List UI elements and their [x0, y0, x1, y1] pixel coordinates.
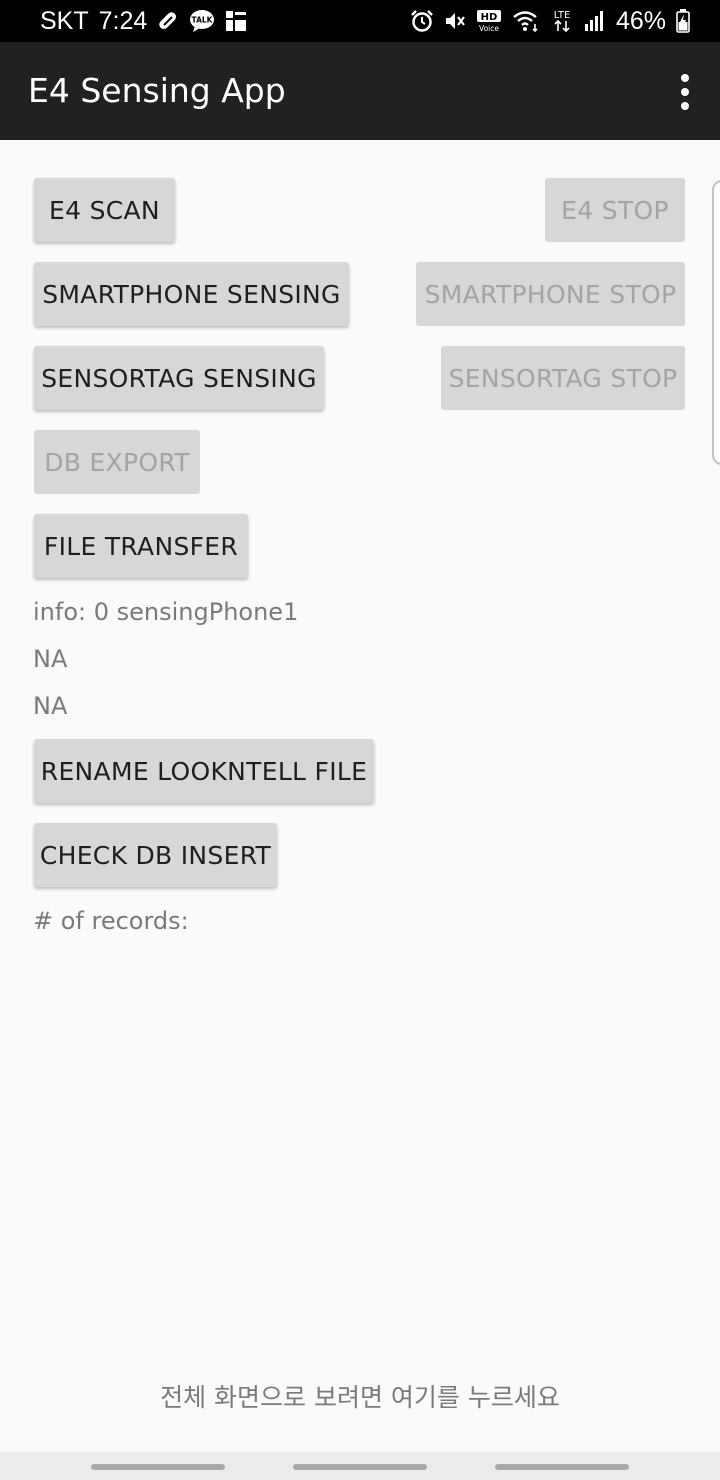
lte-label: LTE: [554, 10, 571, 21]
smartphone-sensing-button[interactable]: SMARTPHONE SENSING: [34, 262, 349, 326]
e4-stop-button[interactable]: E4 STOP: [545, 178, 685, 242]
battery-percent: 46%: [615, 6, 666, 35]
sensortag-stop-button[interactable]: SENSORTAG STOP: [441, 346, 685, 410]
smartphone-stop-button[interactable]: SMARTPHONE STOP: [416, 262, 685, 326]
fullscreen-hint[interactable]: 전체 화면으로 보려면 여기를 누르세요: [0, 1378, 720, 1414]
nav-handle-right[interactable]: [495, 1464, 629, 1470]
alarm-icon: [410, 9, 434, 33]
info-text: info: 0 sensingPhone1: [33, 598, 299, 626]
hd-voice-icon: HD Voice: [476, 9, 502, 33]
info-value-1: NA: [33, 645, 68, 673]
mute-icon: [444, 10, 466, 32]
e4-scan-button[interactable]: E4 SCAN: [34, 178, 175, 242]
db-export-button[interactable]: DB EXPORT: [34, 430, 200, 494]
rename-lookntell-button[interactable]: RENAME LOOKNTELL FILE: [34, 739, 374, 803]
lte-icon: LTE: [550, 8, 574, 34]
file-transfer-button[interactable]: FILE TRANSFER: [34, 514, 248, 578]
app-title: E4 Sensing App: [28, 71, 286, 110]
sensortag-sensing-button[interactable]: SENSORTAG SENSING: [34, 346, 324, 410]
info-value-2: NA: [33, 692, 68, 720]
status-bar-right: HD Voice LTE 46%: [410, 0, 690, 42]
carrier-label: SKT: [40, 6, 89, 35]
talk-label: TALK: [192, 16, 214, 25]
status-bar: SKT 7:24 TALK HD Voice LTE 46%: [0, 0, 720, 42]
wifi-icon: [512, 9, 540, 33]
news-icon: [225, 10, 247, 32]
status-bar-left: SKT 7:24 TALK: [40, 0, 247, 42]
talk-icon: TALK: [189, 9, 215, 33]
pill-icon: [157, 10, 179, 32]
nav-handle-center[interactable]: [293, 1464, 427, 1470]
edge-panel-handle[interactable]: [712, 180, 720, 465]
hd-label: HD: [481, 12, 498, 23]
signal-icon: [584, 10, 606, 32]
check-db-insert-button[interactable]: CHECK DB INSERT: [34, 823, 277, 887]
voice-label: Voice: [479, 24, 499, 33]
navigation-bar: [0, 1452, 720, 1480]
more-vert-icon[interactable]: [676, 74, 694, 110]
records-count-label: # of records:: [33, 907, 189, 935]
battery-charging-icon: [676, 9, 690, 33]
clock: 7:24: [98, 6, 148, 35]
app-bar: E4 Sensing App: [0, 42, 720, 140]
nav-handle-left[interactable]: [91, 1464, 225, 1470]
